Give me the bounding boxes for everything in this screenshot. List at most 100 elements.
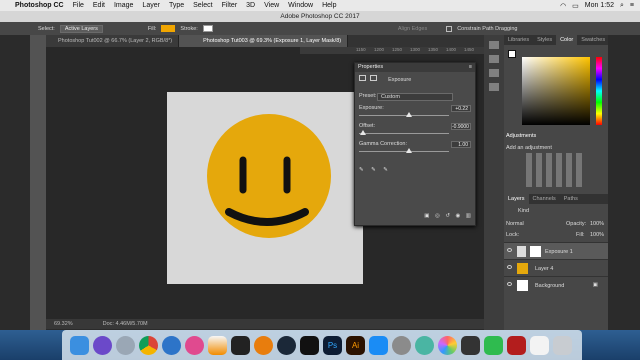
ruler-label: 1300 bbox=[410, 47, 421, 52]
layer-row-exposure[interactable]: Exposure 1 bbox=[504, 242, 608, 259]
opacity-field[interactable]: 100% bbox=[590, 221, 604, 227]
menu-file[interactable]: File bbox=[73, 2, 84, 9]
finder-icon[interactable] bbox=[70, 335, 89, 355]
menu-view[interactable]: View bbox=[264, 2, 279, 9]
constrain-checkbox[interactable] bbox=[446, 25, 453, 32]
properties-header[interactable]: Properties ≡ bbox=[355, 63, 475, 72]
tab-color[interactable]: Color bbox=[556, 35, 578, 45]
menu-edit[interactable]: Edit bbox=[93, 2, 105, 9]
facetime-icon[interactable] bbox=[484, 335, 503, 355]
character-icon[interactable] bbox=[489, 83, 499, 91]
tab-tut002[interactable]: Photoshop Tut002 @ 66.7% (Layer 2, RGB/8… bbox=[34, 35, 180, 47]
steam-icon[interactable] bbox=[277, 335, 296, 355]
preset-dropdown[interactable]: Custom bbox=[377, 93, 453, 101]
doc-size[interactable]: Doc: 4.46M/5.70M bbox=[103, 321, 148, 327]
layer-row-layer4[interactable]: Layer 4 bbox=[504, 259, 608, 276]
visibility-icon[interactable]: ◉ bbox=[455, 213, 460, 219]
layer-row-background[interactable]: Background ▣ bbox=[504, 276, 608, 293]
vlc-icon[interactable] bbox=[208, 335, 227, 355]
eyedropper-white-icon[interactable]: ✎ bbox=[383, 167, 388, 173]
exposure-row: Exposure: +0.22 bbox=[359, 105, 471, 119]
chrome-icon[interactable] bbox=[139, 335, 158, 355]
visibility-eye-icon[interactable] bbox=[507, 248, 512, 252]
dots-icon[interactable] bbox=[461, 335, 480, 355]
offset-thumb[interactable] bbox=[359, 130, 366, 135]
illustrator-icon[interactable]: Ai bbox=[346, 335, 365, 355]
eyedropper-gray-icon[interactable]: ✎ bbox=[371, 167, 376, 173]
tab-libraries[interactable]: Libraries bbox=[504, 35, 533, 45]
ghost-icon[interactable] bbox=[300, 335, 319, 355]
adjustment-icons[interactable] bbox=[526, 153, 586, 187]
menu-layer[interactable]: Layer bbox=[142, 2, 160, 9]
offset-field[interactable]: -0.9000 bbox=[451, 123, 471, 130]
tab-channels[interactable]: Channels bbox=[529, 194, 560, 204]
tab-layers[interactable]: Layers bbox=[504, 194, 529, 204]
unity-icon[interactable] bbox=[231, 335, 250, 355]
kind-filter[interactable]: Kind bbox=[518, 208, 529, 214]
foreground-swatch[interactable] bbox=[508, 50, 516, 58]
blend-mode-dropdown[interactable]: Normal bbox=[506, 221, 524, 227]
notification-icon[interactable]: ≡ bbox=[630, 2, 634, 9]
visibility-eye-icon[interactable] bbox=[507, 265, 512, 269]
photos-icon[interactable] bbox=[438, 335, 457, 355]
history-icon[interactable] bbox=[489, 41, 499, 49]
tab-swatches[interactable]: Swatches bbox=[577, 35, 609, 45]
menu-select[interactable]: Select bbox=[193, 2, 212, 9]
mask-icon[interactable] bbox=[369, 75, 377, 81]
select-dropdown[interactable]: Active Layers bbox=[59, 24, 103, 33]
eyedropper-black-icon[interactable]: ✎ bbox=[359, 167, 364, 173]
layer-mask-thumbnail[interactable] bbox=[530, 246, 541, 257]
gamma-thumb[interactable] bbox=[405, 148, 412, 153]
exposure-field[interactable]: +0.22 bbox=[451, 105, 471, 112]
fill-swatch[interactable] bbox=[161, 25, 176, 32]
search-icon[interactable]: ⌕ bbox=[620, 2, 624, 10]
appstore-icon[interactable] bbox=[369, 335, 388, 355]
menu-3d[interactable]: 3D bbox=[246, 2, 255, 9]
battery-icon[interactable]: ▭ bbox=[572, 2, 579, 10]
menu-app[interactable]: Photoshop CC bbox=[15, 2, 64, 9]
clock[interactable]: Mon 1:52 bbox=[585, 2, 614, 9]
filezilla-icon[interactable] bbox=[507, 335, 526, 355]
reset-icon[interactable]: ↺ bbox=[445, 213, 450, 219]
settings-icon[interactable] bbox=[392, 335, 411, 355]
trash-icon[interactable] bbox=[553, 335, 572, 355]
menu-window[interactable]: Window bbox=[288, 2, 313, 9]
menu-type[interactable]: Type bbox=[169, 2, 184, 9]
menu-image[interactable]: Image bbox=[114, 2, 133, 9]
tab-tut003[interactable]: Photoshop Tut003 @ 69.3% (Exposure 1, La… bbox=[179, 35, 349, 47]
menu-help[interactable]: Help bbox=[322, 2, 336, 9]
safari-icon[interactable] bbox=[162, 335, 181, 355]
hue-slider[interactable] bbox=[596, 57, 602, 125]
siri-icon[interactable] bbox=[93, 335, 112, 355]
exposure-slider[interactable] bbox=[359, 112, 449, 117]
document-canvas[interactable] bbox=[167, 92, 363, 284]
document-stack-icon[interactable] bbox=[530, 335, 549, 355]
visibility-eye-icon[interactable] bbox=[507, 282, 512, 286]
view-previous-icon[interactable]: ◎ bbox=[435, 213, 440, 219]
menu-filter[interactable]: Filter bbox=[222, 2, 238, 9]
gamma-slider[interactable] bbox=[359, 148, 449, 153]
fill-field[interactable]: 100% bbox=[590, 232, 604, 238]
photoshop-icon[interactable]: Ps bbox=[323, 335, 342, 355]
delete-icon[interactable]: ▥ bbox=[466, 213, 471, 219]
itunes-icon[interactable] bbox=[185, 335, 204, 355]
tab-styles[interactable]: Styles bbox=[533, 35, 556, 45]
tab-paths[interactable]: Paths bbox=[560, 194, 582, 204]
panel-menu-icon[interactable]: ≡ bbox=[469, 63, 472, 72]
clip-icon[interactable]: ▣ bbox=[424, 213, 429, 219]
zoom-level[interactable]: 69.32% bbox=[54, 321, 73, 327]
align-edges[interactable]: Align Edges bbox=[398, 26, 427, 32]
options-bar: Select: Active Layers Fill: Stroke: Alig… bbox=[0, 22, 640, 35]
stroke-swatch[interactable] bbox=[202, 25, 213, 32]
paragraph-icon[interactable] bbox=[489, 69, 499, 77]
info-icon[interactable] bbox=[489, 55, 499, 63]
fill-label: Fill: bbox=[147, 25, 157, 32]
gamma-field[interactable]: 1.00 bbox=[451, 141, 471, 148]
wifi-icon[interactable]: ◠ bbox=[560, 2, 566, 10]
blender-icon[interactable] bbox=[254, 335, 273, 355]
launchpad-icon[interactable] bbox=[116, 335, 135, 355]
exposure-thumb[interactable] bbox=[405, 112, 412, 117]
atom-icon[interactable] bbox=[415, 335, 434, 355]
color-picker-field[interactable] bbox=[522, 57, 590, 125]
offset-slider[interactable] bbox=[359, 130, 449, 135]
